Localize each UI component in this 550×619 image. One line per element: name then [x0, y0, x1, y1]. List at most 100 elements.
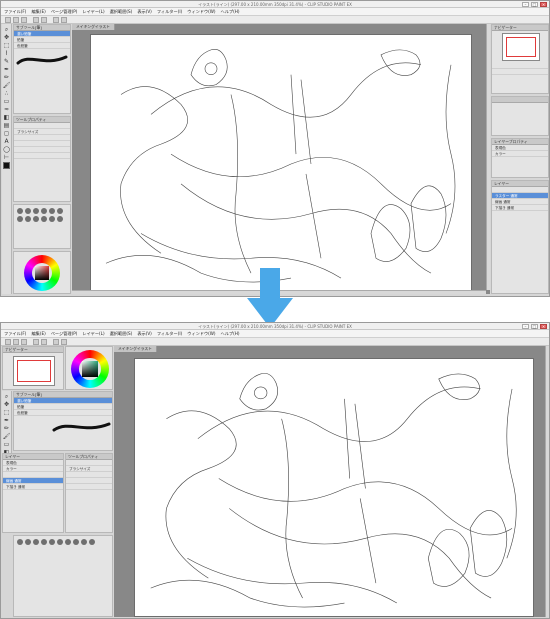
close-button[interactable]: × — [540, 2, 547, 7]
open-file-icon[interactable] — [13, 339, 19, 345]
brush-size-preset[interactable] — [73, 539, 79, 545]
zoom-tool-icon[interactable]: ⌕ — [5, 393, 8, 400]
brush-size-preset[interactable] — [25, 539, 31, 545]
brush-size-preset[interactable] — [25, 208, 31, 214]
main-color-swatch[interactable] — [3, 162, 10, 169]
brush-size-preset[interactable] — [25, 216, 31, 222]
brush-size-preset[interactable] — [17, 539, 23, 545]
canvas-paper[interactable] — [90, 34, 472, 292]
menu-layer[interactable]: レイヤー(L) — [82, 8, 104, 15]
brush-size-preset[interactable] — [81, 539, 87, 545]
brush-size-preset[interactable] — [49, 539, 55, 545]
move-tool-icon[interactable]: ✥ — [4, 401, 9, 408]
brush-size-preset[interactable] — [41, 216, 47, 222]
pen-tool-icon[interactable]: ✒ — [4, 417, 9, 424]
new-file-icon[interactable] — [5, 17, 11, 23]
pen-tool-icon[interactable]: ✒ — [4, 66, 9, 73]
minimize-button[interactable]: – — [522, 324, 529, 329]
brush-size-preset[interactable] — [57, 539, 63, 545]
fill-tool-icon[interactable]: ◧ — [4, 114, 10, 121]
clear-icon[interactable] — [53, 339, 59, 345]
new-file-icon[interactable] — [5, 339, 11, 345]
transform-icon[interactable] — [61, 17, 67, 23]
eraser-tool-icon[interactable]: ▭ — [4, 441, 10, 448]
airbrush-tool-icon[interactable]: ∴ — [5, 90, 9, 97]
brush-size-preset[interactable] — [57, 216, 63, 222]
brush-size-preset[interactable] — [65, 539, 71, 545]
menu-selection[interactable]: 選択範囲(S) — [110, 8, 133, 15]
layer-row[interactable]: 下描き 通常 — [492, 205, 548, 211]
redo-icon[interactable] — [41, 17, 47, 23]
menu-window[interactable]: ウィンドウ(W) — [187, 8, 215, 15]
menu-page[interactable]: ページ管理(P) — [51, 330, 78, 337]
menu-file[interactable]: ファイル(F) — [4, 330, 26, 337]
menu-filter[interactable]: フィルター(I) — [157, 330, 182, 337]
brush-size-preset[interactable] — [49, 216, 55, 222]
color-wheel[interactable] — [71, 350, 109, 388]
zoom-tool-icon[interactable]: ⌕ — [5, 26, 8, 33]
rotate-slider[interactable] — [492, 69, 548, 75]
ruler-tool-icon[interactable]: ⊢ — [4, 154, 9, 161]
maximize-button[interactable]: □ — [531, 324, 538, 329]
menu-help[interactable]: ヘルプ(H) — [221, 330, 240, 337]
move-tool-icon[interactable]: ✥ — [4, 34, 9, 41]
brush-size-preset[interactable] — [33, 208, 39, 214]
menu-page[interactable]: ページ管理(P) — [51, 8, 78, 15]
minimize-button[interactable]: – — [522, 2, 529, 7]
brush-size-preset[interactable] — [49, 208, 55, 214]
select-tool-icon[interactable]: ⬚ — [4, 409, 10, 416]
text-tool-icon[interactable]: A — [4, 138, 8, 145]
navigator-thumbnail[interactable] — [502, 33, 540, 61]
pencil-tool-icon[interactable]: ✏ — [4, 425, 9, 432]
clear-icon[interactable] — [53, 17, 59, 23]
save-icon[interactable] — [21, 339, 27, 345]
menu-edit[interactable]: 編集(E) — [31, 8, 45, 15]
brush-tool-icon[interactable]: 🖌 — [3, 433, 11, 440]
brush-size-preset[interactable] — [17, 208, 23, 214]
save-icon[interactable] — [21, 17, 27, 23]
menu-help[interactable]: ヘルプ(H) — [221, 8, 240, 15]
close-button[interactable]: × — [540, 324, 547, 329]
canvas-tab[interactable]: メイキングイラスト — [114, 346, 157, 352]
pencil-tool-icon[interactable]: ✏ — [4, 74, 9, 81]
menu-view[interactable]: 表示(V) — [137, 330, 152, 337]
brush-size-preset[interactable] — [33, 216, 39, 222]
vertical-scrollbar[interactable] — [486, 24, 490, 290]
menu-window[interactable]: ウィンドウ(W) — [187, 330, 215, 337]
blend-tool-icon[interactable]: ≈ — [4, 106, 9, 113]
open-file-icon[interactable] — [13, 17, 19, 23]
maximize-button[interactable]: □ — [531, 2, 538, 7]
menu-file[interactable]: ファイル(F) — [4, 8, 26, 15]
menu-edit[interactable]: 編集(E) — [31, 330, 45, 337]
menu-filter[interactable]: フィルター(I) — [157, 8, 182, 15]
layer-row[interactable]: 下描き 通常 — [3, 484, 63, 490]
brush-size-preset[interactable] — [17, 216, 23, 222]
brush-size-preset[interactable] — [33, 539, 39, 545]
brush-tool-icon[interactable]: 🖌 — [3, 82, 11, 89]
figure-tool-icon[interactable]: ◻ — [4, 130, 9, 137]
brush-size-preset[interactable] — [41, 208, 47, 214]
color-square[interactable] — [34, 265, 50, 281]
canvas-paper[interactable] — [134, 358, 534, 617]
color-wheel[interactable] — [24, 255, 60, 291]
canvas-tab[interactable]: メイキングイラスト — [72, 24, 115, 30]
gradient-tool-icon[interactable]: ▤ — [4, 122, 10, 129]
color-square[interactable] — [82, 361, 98, 377]
brush-size-preset[interactable] — [57, 208, 63, 214]
navigator-thumbnail[interactable] — [13, 356, 55, 386]
eyedropper-tool-icon[interactable]: ✎ — [4, 58, 9, 65]
transform-icon[interactable] — [61, 339, 67, 345]
select-tool-icon[interactable]: ⬚ — [4, 42, 10, 49]
expression-color-value-row[interactable]: カラー — [492, 151, 548, 157]
menu-layer[interactable]: レイヤー(L) — [82, 330, 104, 337]
menu-selection[interactable]: 選択範囲(S) — [110, 330, 133, 337]
eraser-tool-icon[interactable]: ▭ — [4, 98, 10, 105]
undo-icon[interactable] — [33, 17, 39, 23]
lasso-tool-icon[interactable]: ⌇ — [5, 50, 8, 57]
undo-icon[interactable] — [33, 339, 39, 345]
balloon-tool-icon[interactable]: ◯ — [3, 146, 10, 153]
property-row[interactable] — [14, 153, 70, 159]
brush-size-preset[interactable] — [41, 539, 47, 545]
menu-view[interactable]: 表示(V) — [137, 8, 152, 15]
vertical-scrollbar[interactable] — [545, 346, 549, 617]
